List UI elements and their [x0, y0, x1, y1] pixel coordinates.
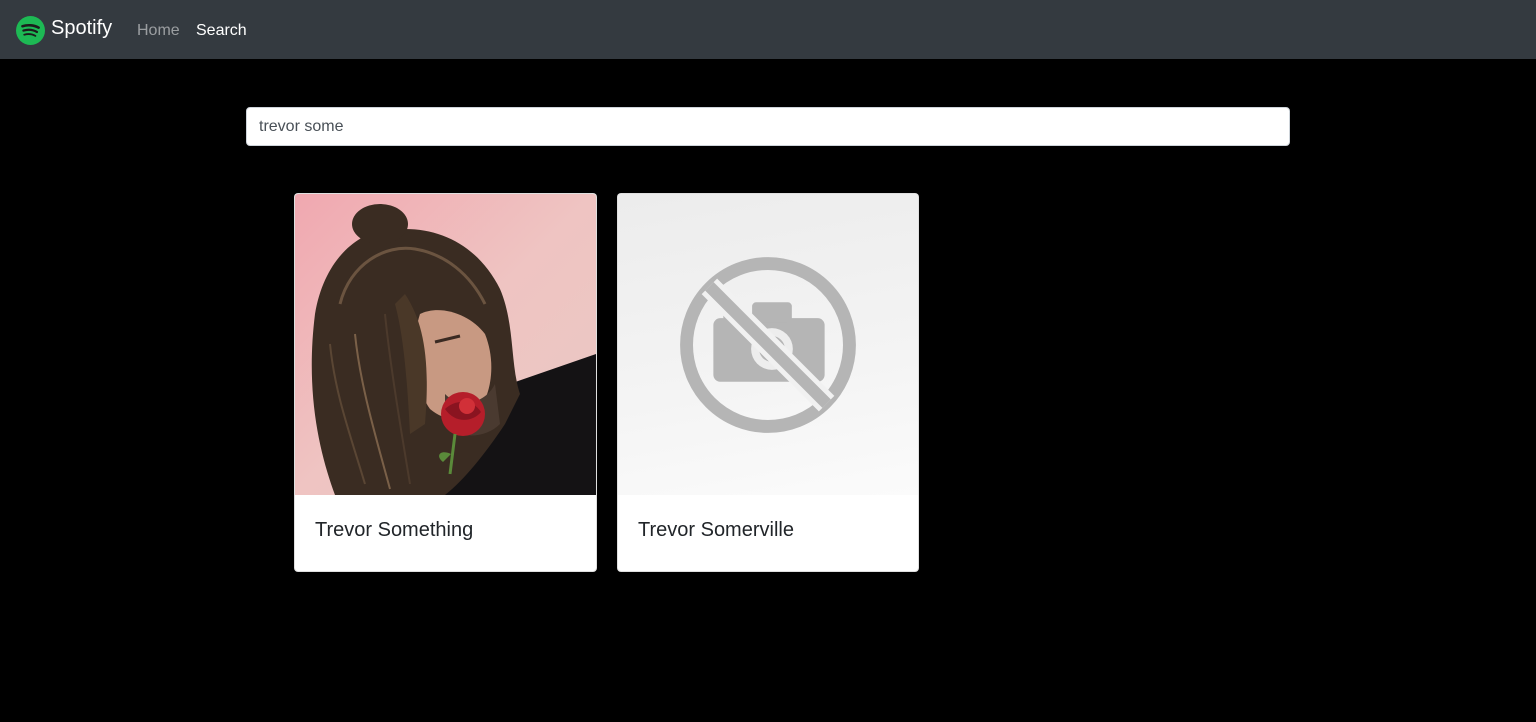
artist-name: Trevor Something — [315, 519, 474, 541]
artist-card[interactable]: Trevor Something — [294, 193, 597, 572]
artist-name: Trevor Somerville — [638, 519, 794, 541]
nav-link-search[interactable]: Search — [196, 21, 247, 41]
search-input[interactable] — [246, 107, 1290, 146]
artist-card[interactable]: Trevor Somerville — [617, 193, 919, 572]
artist-photo — [295, 194, 596, 495]
nav-link-home[interactable]: Home — [137, 21, 180, 41]
brand-link[interactable]: Spotify — [16, 16, 112, 45]
no-image-placeholder-icon — [680, 257, 856, 433]
brand-name: Spotify — [51, 17, 113, 39]
spotify-logo-icon — [16, 16, 45, 45]
navbar: Spotify Home Search — [0, 0, 1536, 59]
